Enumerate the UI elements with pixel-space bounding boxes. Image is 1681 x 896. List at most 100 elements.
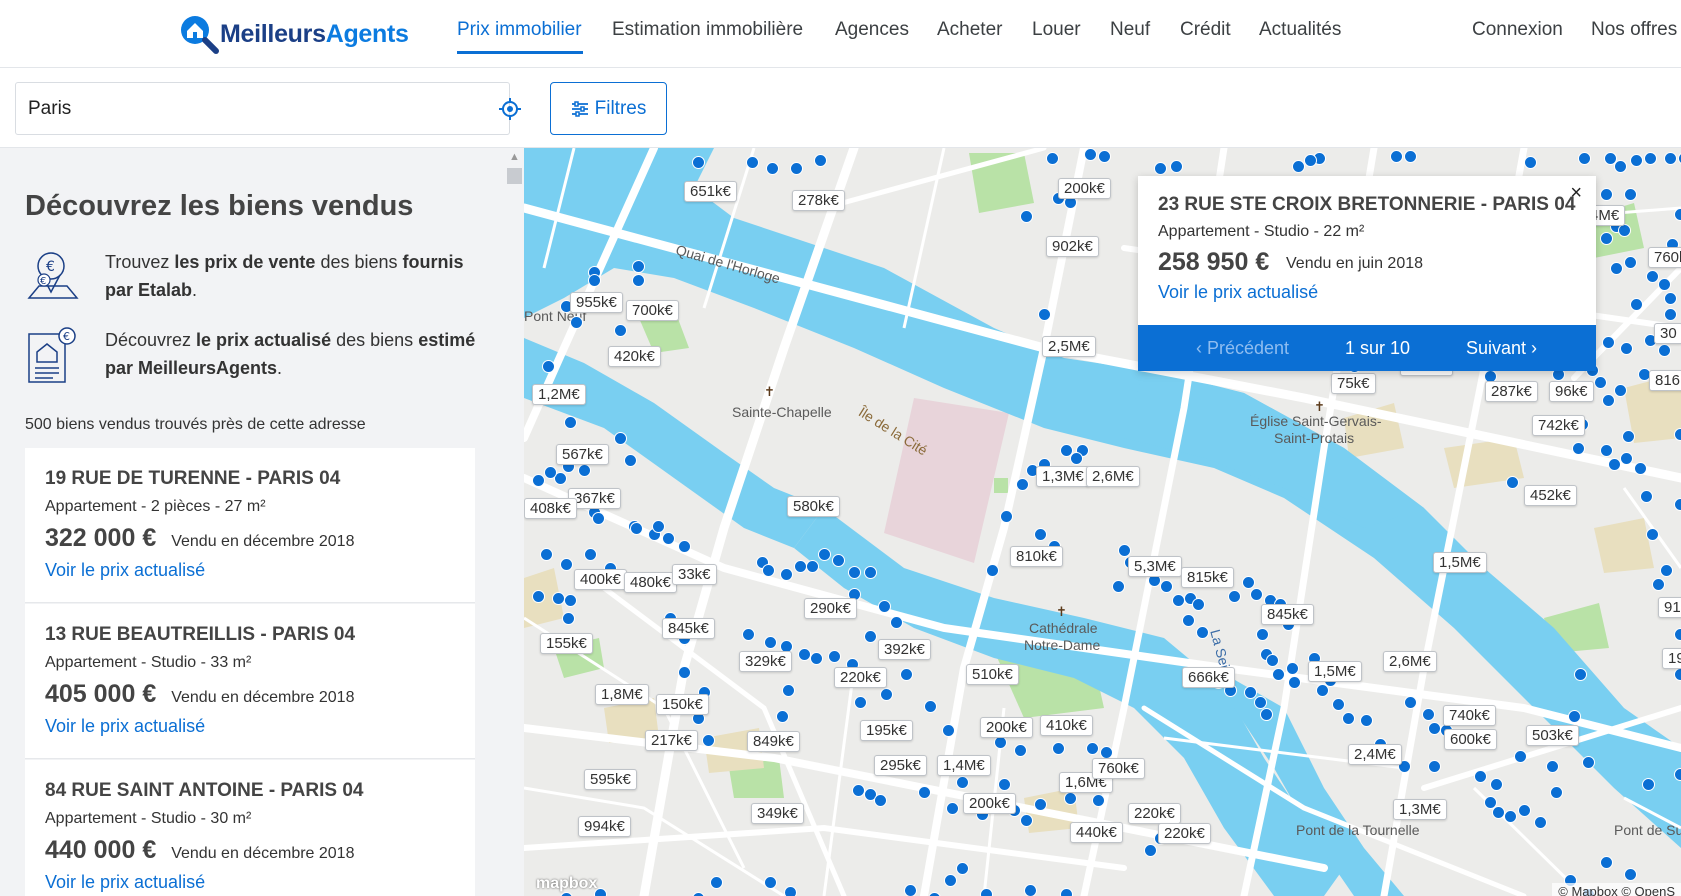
- price-tag[interactable]: 510k€: [966, 664, 1019, 685]
- sale-location-dot[interactable]: [1614, 160, 1627, 173]
- sale-location-dot[interactable]: [1546, 760, 1559, 773]
- sale-location-dot[interactable]: [1506, 476, 1519, 489]
- price-tag[interactable]: 2,5M€: [1042, 336, 1096, 357]
- price-tag[interactable]: 1,3M€: [1036, 466, 1090, 487]
- sale-location-dot[interactable]: [592, 512, 605, 525]
- price-tag[interactable]: 5,3M€: [1128, 556, 1182, 577]
- price-tag[interactable]: 440k€: [1070, 822, 1123, 843]
- sale-location-dot[interactable]: [532, 474, 545, 487]
- price-tag[interactable]: 955k€: [570, 292, 623, 313]
- nav-actualites[interactable]: Actualités: [1259, 19, 1341, 41]
- sale-location-dot[interactable]: [1550, 786, 1563, 799]
- sale-location-dot[interactable]: [784, 886, 797, 896]
- sale-location-dot[interactable]: [1144, 844, 1157, 857]
- sale-location-dot[interactable]: [1642, 778, 1655, 791]
- sale-location-dot[interactable]: [1474, 770, 1487, 783]
- price-tag[interactable]: 480k€: [624, 572, 677, 593]
- brand-logo[interactable]: MeilleursAgents: [178, 14, 409, 54]
- sale-location-dot[interactable]: [1154, 162, 1167, 175]
- card-updated-price-link[interactable]: Voir le prix actualisé: [45, 716, 455, 737]
- sales-map[interactable]: Quai de l'Horloge Pont Neuf ✝ Sainte-Cha…: [524, 148, 1681, 896]
- sale-location-dot[interactable]: [1674, 208, 1681, 221]
- sale-location-dot[interactable]: [632, 260, 645, 273]
- sale-location-dot[interactable]: [1652, 578, 1665, 591]
- sale-location-dot[interactable]: [1518, 804, 1531, 817]
- price-tag[interactable]: 30: [1654, 323, 1681, 344]
- sale-location-dot[interactable]: [1172, 594, 1185, 607]
- price-tag[interactable]: 994k€: [578, 816, 631, 837]
- sale-location-dot[interactable]: [1524, 156, 1537, 169]
- sale-location-dot[interactable]: [1428, 760, 1441, 773]
- sale-location-dot[interactable]: [1266, 654, 1279, 667]
- sale-location-dot[interactable]: [848, 566, 861, 579]
- price-tag[interactable]: 2,6M€: [1383, 651, 1437, 672]
- price-tag[interactable]: 452k€: [1524, 485, 1577, 506]
- sale-location-dot[interactable]: [1610, 262, 1623, 275]
- sale-location-dot[interactable]: [564, 594, 577, 607]
- sale-location-dot[interactable]: [1624, 256, 1637, 269]
- price-tag[interactable]: 329k€: [739, 651, 792, 672]
- sale-location-dot[interactable]: [1086, 742, 1099, 755]
- price-tag[interactable]: 420k€: [608, 346, 661, 367]
- price-tag[interactable]: 845k€: [662, 618, 715, 639]
- sale-location-dot[interactable]: [1060, 888, 1073, 896]
- sale-location-dot[interactable]: [1304, 154, 1317, 167]
- sale-location-dot[interactable]: [1242, 576, 1255, 589]
- sale-location-dot[interactable]: [764, 876, 777, 889]
- nav-credit[interactable]: Crédit: [1180, 19, 1231, 41]
- sale-location-dot[interactable]: [544, 466, 557, 479]
- price-tag[interactable]: 760k€: [1092, 758, 1145, 779]
- sale-location-dot[interactable]: [1658, 278, 1671, 291]
- sale-location-dot[interactable]: [1660, 564, 1673, 577]
- sale-location-dot[interactable]: [1600, 444, 1613, 457]
- sale-location-dot[interactable]: [1228, 590, 1241, 603]
- sale-location-dot[interactable]: [632, 274, 645, 287]
- sale-location-dot[interactable]: [1286, 662, 1299, 675]
- price-tag[interactable]: 290k€: [804, 598, 857, 619]
- price-tag[interactable]: 33k€: [672, 564, 717, 585]
- sale-location-dot[interactable]: [1504, 810, 1517, 823]
- scroll-thumb[interactable]: [507, 168, 522, 184]
- property-card[interactable]: 19 RUE DE TURENNE - PARIS 04 Appartement…: [25, 448, 475, 603]
- sale-location-dot[interactable]: [1084, 148, 1097, 161]
- sale-location-dot[interactable]: [806, 560, 819, 573]
- sale-location-dot[interactable]: [630, 522, 643, 535]
- sale-location-dot[interactable]: [1390, 150, 1403, 163]
- price-tag[interactable]: 2,4M€: [1348, 744, 1402, 765]
- price-tag[interactable]: 278k€: [792, 190, 845, 211]
- previous-button[interactable]: ‹ Précédent: [1196, 338, 1289, 359]
- sale-location-dot[interactable]: [542, 360, 555, 373]
- nav-louer[interactable]: Louer: [1032, 19, 1081, 41]
- price-tag[interactable]: 220k€: [1128, 803, 1181, 824]
- price-tag[interactable]: 580k€: [787, 496, 840, 517]
- sale-location-dot[interactable]: [1640, 490, 1653, 503]
- map-attribution[interactable]: © Mapbox © OpenS: [1552, 883, 1681, 896]
- price-tag[interactable]: 567k€: [556, 444, 609, 465]
- sale-location-dot[interactable]: [1360, 714, 1373, 727]
- sale-location-dot[interactable]: [1568, 710, 1581, 723]
- sale-location-dot[interactable]: [790, 162, 803, 175]
- price-tag[interactable]: 150k€: [656, 694, 709, 715]
- sale-location-dot[interactable]: [1170, 160, 1183, 173]
- sale-location-dot[interactable]: [560, 558, 573, 571]
- sale-location-dot[interactable]: [1070, 452, 1083, 465]
- sale-location-dot[interactable]: [1624, 188, 1637, 201]
- sale-location-dot[interactable]: [942, 724, 955, 737]
- sale-location-dot[interactable]: [532, 590, 545, 603]
- sale-location-dot[interactable]: [864, 630, 877, 643]
- popup-updated-price-link[interactable]: Voir le prix actualisé: [1158, 282, 1318, 303]
- sale-location-dot[interactable]: [1624, 868, 1637, 881]
- price-tag[interactable]: 666k€: [1182, 667, 1235, 688]
- sale-location-dot[interactable]: [1092, 794, 1105, 807]
- price-tag[interactable]: 902k€: [1046, 236, 1099, 257]
- offers-link[interactable]: Nos offres: [1591, 19, 1677, 41]
- price-tag[interactable]: 287k€: [1485, 381, 1538, 402]
- sale-location-dot[interactable]: [1658, 344, 1671, 357]
- price-tag[interactable]: 742k€: [1532, 415, 1585, 436]
- sale-location-dot[interactable]: [1000, 510, 1013, 523]
- sale-location-dot[interactable]: [1574, 668, 1587, 681]
- sale-location-dot[interactable]: [564, 416, 577, 429]
- price-tag[interactable]: 600k€: [1444, 729, 1497, 750]
- sale-location-dot[interactable]: [678, 540, 691, 553]
- nav-neuf[interactable]: Neuf: [1110, 19, 1150, 41]
